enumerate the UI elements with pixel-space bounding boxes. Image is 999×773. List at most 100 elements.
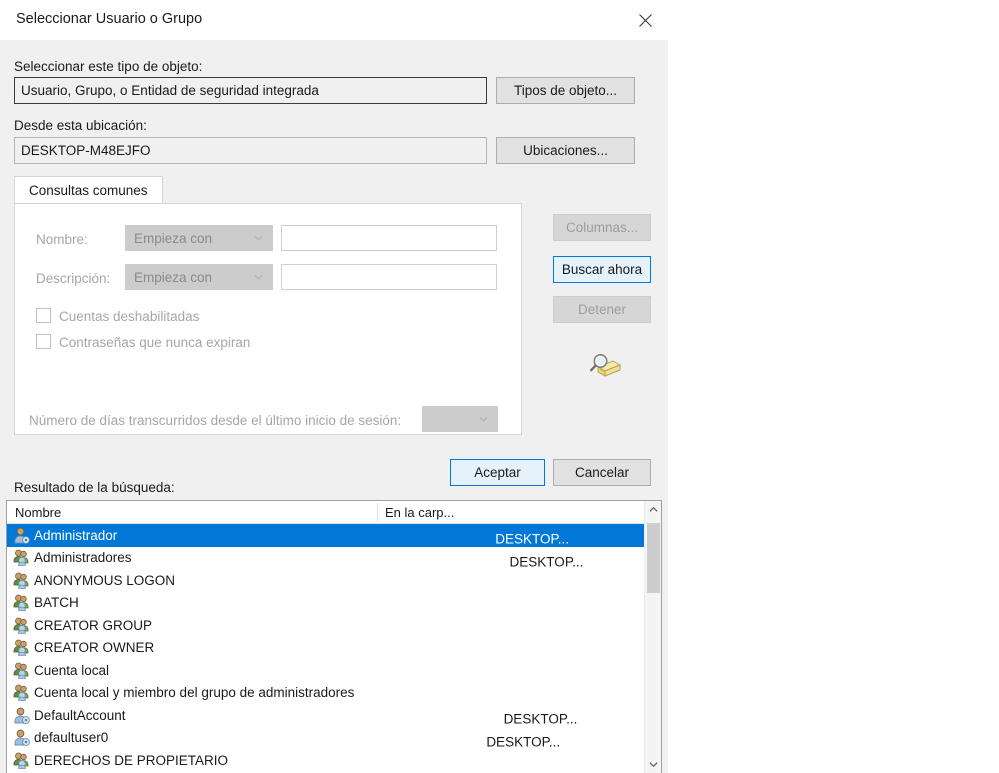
name-value-input[interactable] [281, 225, 497, 251]
common-queries-panel: Nombre: Empieza con Descripción: Empieza… [14, 203, 522, 435]
cancel-button[interactable]: Cancelar [553, 459, 651, 486]
chevron-up-glyph [649, 506, 658, 512]
ok-button[interactable]: Aceptar [450, 459, 545, 486]
location-label: Desde esta ubicación: [14, 118, 147, 133]
row-name: Cuenta local y miembro del grupo de admi… [34, 685, 355, 701]
group-icon-glyph [13, 594, 29, 612]
table-row[interactable]: Administrador DESKTOP... [7, 524, 644, 547]
object-types-button[interactable]: Tipos de objeto... [496, 77, 635, 104]
group-icon-glyph [13, 617, 29, 634]
user-icon-glyph [14, 527, 30, 544]
disabled-accounts-label: Cuentas deshabilitadas [59, 309, 200, 324]
group-icon-glyph [13, 549, 29, 567]
table-row[interactable]: Administradores DESKTOP... [7, 547, 644, 569]
table-row[interactable]: Cuenta local y miembro del grupo de admi… [7, 682, 644, 705]
object-type-label: Seleccionar este tipo de objeto: [14, 59, 203, 74]
search-results-list: Nombre En la carp... Administrador DESKTO… [6, 500, 662, 773]
description-value-input[interactable] [281, 264, 497, 290]
chevron-down-icon [254, 235, 263, 241]
table-row[interactable]: ANONYMOUS LOGON [7, 569, 644, 592]
group-icon [13, 572, 31, 589]
chevron-down-icon [254, 274, 263, 280]
group-icon [13, 617, 31, 634]
row-folder: DESKTOP... [509, 554, 584, 569]
description-operator-select[interactable]: Empieza con [125, 264, 273, 290]
days-since-login-select[interactable] [422, 406, 498, 432]
group-icon [13, 662, 31, 679]
tab-strip: Consultas comunes [14, 176, 522, 203]
name-label: Nombre: [36, 232, 88, 247]
search-results-label: Resultado de la búsqueda: [14, 480, 175, 495]
row-name: Administradores [34, 550, 132, 566]
dialog-title: Seleccionar Usuario o Grupo [16, 11, 203, 27]
user-icon-glyph [14, 707, 30, 724]
location-field[interactable]: DESKTOP-M48EJFO [14, 137, 487, 164]
row-name: ANONYMOUS LOGON [34, 572, 176, 588]
row-name: BATCH [34, 595, 79, 611]
row-name: DefaultAccount [34, 707, 126, 723]
group-icon [13, 639, 31, 657]
days-since-login-label: Número de días transcurridos desde el úl… [29, 413, 402, 428]
stop-button[interactable]: Detener [553, 296, 651, 323]
group-icon-glyph [13, 684, 29, 702]
locations-button[interactable]: Ubicaciones... [496, 137, 635, 164]
row-name: CREATOR OWNER [34, 640, 155, 656]
dialog-body: Seleccionar este tipo de objeto: Usuario… [0, 40, 668, 773]
row-folder: DESKTOP... [486, 734, 561, 749]
column-divider[interactable] [377, 503, 378, 522]
user-icon-glyph [14, 729, 30, 747]
description-operator-value: Empieza con [134, 269, 213, 285]
scrollbar-thumb[interactable] [647, 523, 660, 593]
group-icon-glyph [13, 639, 29, 657]
close-icon[interactable] [622, 0, 668, 40]
scroll-up-icon[interactable] [645, 501, 662, 518]
row-name: Administrador [34, 527, 118, 543]
title-bar: Seleccionar Usuario o Grupo [0, 0, 668, 40]
table-row[interactable]: defaultuser0 DESKTOP... [7, 727, 644, 749]
column-header-name[interactable]: Nombre [15, 505, 61, 520]
never-expire-label: Contraseñas que nunca expiran [59, 335, 251, 350]
group-icon-glyph [13, 752, 29, 769]
table-row[interactable]: Cuenta local [7, 659, 644, 682]
user-icon [13, 707, 31, 724]
find-now-button[interactable]: Buscar ahora [553, 256, 651, 283]
chevron-down-icon [479, 416, 488, 422]
row-name: CREATOR GROUP [34, 617, 153, 633]
name-operator-select[interactable]: Empieza con [125, 225, 273, 251]
group-icon [13, 549, 31, 567]
close-x-glyph [638, 13, 652, 27]
chevron-down-glyph [649, 762, 658, 768]
object-type-field[interactable]: Usuario, Grupo, o Entidad de seguridad i… [14, 77, 487, 104]
table-row[interactable]: DERECHOS DE PROPIETARIO [7, 749, 644, 772]
select-user-or-group-dialog: Seleccionar Usuario o Grupo Seleccionar … [0, 0, 668, 773]
never-expire-checkbox[interactable] [36, 334, 51, 349]
row-name: defaultuser0 [34, 730, 109, 746]
group-icon [13, 594, 31, 612]
vertical-scrollbar[interactable] [644, 501, 661, 773]
name-operator-value: Empieza con [134, 230, 213, 246]
list-rows: Administrador DESKTOP... Administradores DE… [7, 524, 644, 773]
table-row[interactable]: DefaultAccount DESKTOP... [7, 704, 644, 727]
row-name: DERECHOS DE PROPIETARIO [34, 752, 229, 768]
list-column-header: Nombre En la carp... [7, 501, 661, 524]
tab-common-queries[interactable]: Consultas comunes [14, 176, 163, 203]
row-name: Cuenta local [34, 662, 110, 678]
group-icon [13, 752, 31, 769]
table-row[interactable]: CREATOR GROUP [7, 614, 644, 637]
magnifier-folder-glyph [589, 354, 622, 377]
user-icon [13, 729, 31, 747]
row-folder: DESKTOP... [503, 711, 578, 727]
row-folder: DESKTOP... [495, 531, 570, 547]
description-label: Descripción: [36, 271, 111, 286]
scroll-down-icon[interactable] [645, 756, 662, 773]
magnifier-folder-icon [586, 350, 622, 382]
columns-button[interactable]: Columnas... [553, 214, 651, 241]
column-header-folder[interactable]: En la carp... [385, 505, 454, 520]
group-icon-glyph [13, 662, 29, 679]
table-row[interactable]: BATCH [7, 592, 644, 615]
disabled-accounts-checkbox[interactable] [36, 308, 51, 323]
group-icon [13, 684, 31, 702]
user-icon [13, 527, 31, 544]
table-row[interactable]: CREATOR OWNER [7, 637, 644, 660]
group-icon-glyph [13, 572, 29, 589]
